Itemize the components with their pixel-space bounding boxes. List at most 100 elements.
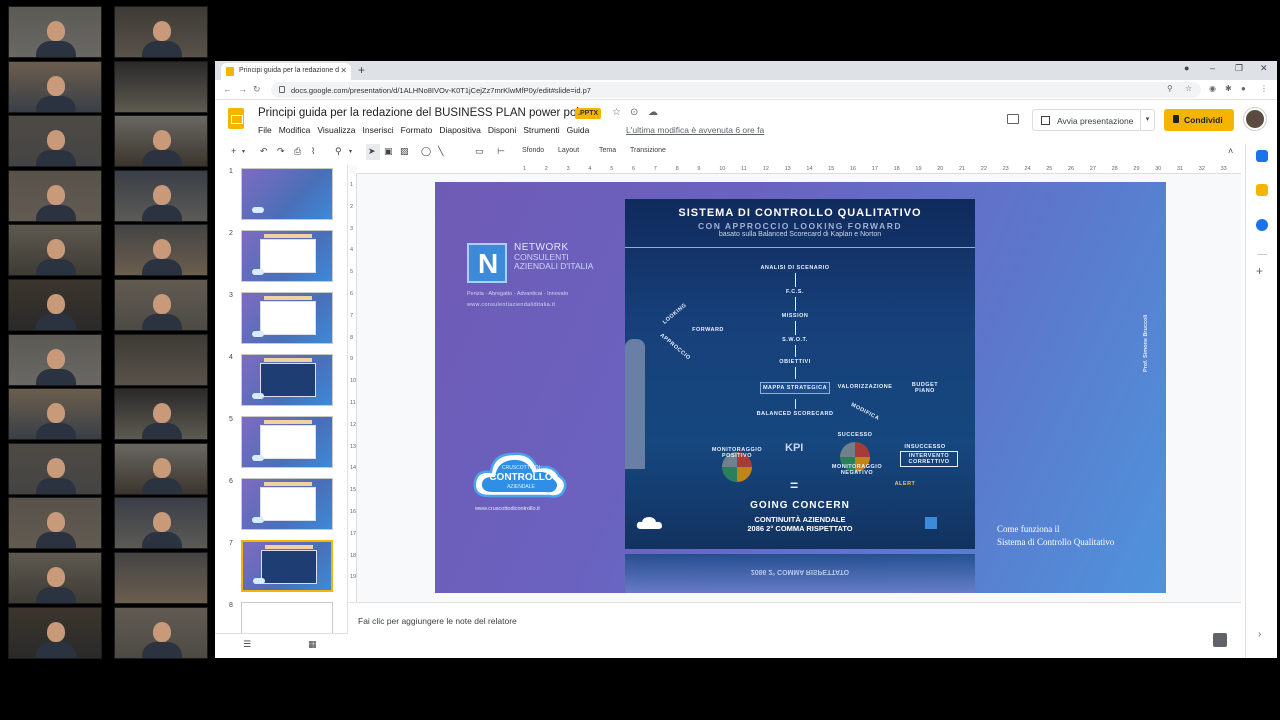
menu-item[interactable]: Strumenti [523, 125, 559, 135]
user-avatar[interactable] [1244, 108, 1266, 130]
participant-video-tile[interactable] [114, 6, 208, 58]
back-icon[interactable]: ← [223, 84, 232, 94]
zoom-icon[interactable]: ⚲ [1167, 84, 1173, 93]
tasks-icon[interactable] [1256, 219, 1268, 231]
participant-video-tile[interactable] [8, 388, 102, 441]
menu-item[interactable]: Guida [567, 125, 590, 135]
participant-video-tile[interactable] [114, 333, 208, 386]
text-box-icon[interactable]: ▣ [384, 146, 393, 157]
slide-thumbnail[interactable] [241, 540, 333, 592]
star-icon[interactable]: ☆ [612, 107, 621, 118]
slide-thumbnail[interactable] [241, 168, 333, 220]
participant-video-tile[interactable] [114, 169, 208, 222]
menu-item[interactable]: Modifica [279, 125, 311, 135]
extension-icon[interactable]: ◉ [1209, 84, 1216, 93]
participant-video-tile[interactable] [114, 115, 208, 168]
comment-history-icon[interactable] [1007, 114, 1019, 124]
participant-video-tile[interactable] [114, 224, 208, 277]
last-edit-link[interactable]: L'ultima modifica è avvenuta 6 ore fa [626, 125, 764, 135]
slide-thumbnail[interactable] [241, 354, 333, 406]
participant-video-tile[interactable] [8, 497, 102, 550]
current-slide[interactable]: NETWORK CONSULENTI AZIENDALI D'ITALIA Pe… [435, 182, 1166, 593]
layout-button[interactable]: Layout [558, 147, 579, 154]
explore-icon[interactable] [1213, 633, 1227, 647]
participant-video-tile[interactable] [8, 60, 102, 113]
profile-icon[interactable]: ● [1241, 84, 1246, 93]
slide-thumbnail[interactable] [241, 230, 333, 282]
print-icon[interactable]: ⎙ [294, 146, 301, 157]
ruler-tick-label: 20 [937, 166, 944, 172]
participant-video-tile[interactable] [114, 60, 208, 113]
slide-thumbnail[interactable] [241, 416, 333, 468]
participant-video-tile[interactable] [114, 442, 208, 495]
zoom-dropdown-icon[interactable]: ▾ [349, 148, 352, 155]
chrome-menu-icon[interactable]: ⋮ [1260, 84, 1268, 93]
participant-video-tile[interactable] [8, 6, 102, 58]
slides-logo-icon[interactable] [228, 108, 244, 129]
share-button[interactable]: Condividi [1164, 109, 1234, 131]
participant-video-tile[interactable] [8, 442, 102, 495]
speaker-notes[interactable]: Fai clic per aggiungere le note del rela… [349, 602, 1241, 658]
participant-video-tile[interactable] [8, 279, 102, 331]
list-view-icon[interactable]: ☰ [243, 639, 251, 650]
participant-video-tile[interactable] [8, 606, 102, 659]
expand-panel-icon[interactable]: › [1258, 629, 1261, 640]
zoom-icon[interactable]: ⚲ [335, 146, 342, 157]
move-folder-icon[interactable]: ⊙ [630, 107, 638, 118]
slide-thumbnail[interactable] [241, 292, 333, 344]
close-window-icon[interactable]: ✕ [1260, 63, 1268, 74]
bookmark-star-icon[interactable]: ☆ [1185, 84, 1192, 93]
url-input[interactable]: docs.google.com/presentation/d/1ALHNo8IV… [271, 82, 1201, 98]
grid-view-icon[interactable]: ▦ [308, 639, 317, 650]
record-icon[interactable]: ● [1184, 63, 1189, 73]
paint-format-icon[interactable]: ⌇ [311, 146, 315, 157]
minimize-icon[interactable]: – [1210, 63, 1215, 73]
participant-video-tile[interactable] [8, 115, 102, 168]
menu-item[interactable]: Disponi [488, 125, 516, 135]
participant-video-tile[interactable] [8, 224, 102, 277]
participant-video-tile[interactable] [114, 552, 208, 604]
keep-icon[interactable] [1256, 184, 1268, 196]
participant-video-tile[interactable] [114, 279, 208, 331]
comment-icon[interactable]: ▭ [475, 146, 484, 157]
document-title[interactable]: Principi guida per la redazione del BUSI… [258, 107, 589, 119]
background-button[interactable]: Sfondo [522, 147, 544, 154]
shape-icon[interactable]: ◯ [421, 146, 431, 157]
menu-item[interactable]: Formato [401, 125, 433, 135]
browser-tab[interactable]: Principi guida per la redazione d ✕ [221, 63, 351, 80]
slide-canvas[interactable]: 1 2 3 4 5 6 7 8 9 10 11 12 13 14 15 16 17 18 19 20 21 22 23 24 2… [349, 165, 1241, 602]
new-slide-icon[interactable]: + [231, 146, 236, 156]
collapse-toolbar-icon[interactable]: ˄ [1228, 146, 1233, 156]
menu-item[interactable]: Inserisci [362, 125, 393, 135]
menu-item[interactable]: File [258, 125, 272, 135]
transition-button[interactable]: Transizione [630, 147, 666, 154]
add-addon-icon[interactable]: + [1256, 264, 1263, 278]
slide-thumbnail[interactable] [241, 478, 333, 530]
present-button[interactable]: Avvia presentazione ▾ [1032, 109, 1155, 131]
participant-video-tile[interactable] [114, 497, 208, 550]
participant-video-tile[interactable] [114, 606, 208, 659]
line-icon[interactable]: ╲ [438, 146, 443, 157]
undo-icon[interactable]: ↶ [260, 146, 268, 157]
participant-video-tile[interactable] [8, 169, 102, 222]
reload-icon[interactable]: ↻ [253, 84, 261, 95]
menu-item[interactable]: Visualizza [317, 125, 355, 135]
calendar-icon[interactable] [1256, 150, 1268, 162]
image-icon[interactable]: ▨ [400, 146, 409, 157]
redo-icon[interactable]: ↷ [277, 146, 285, 157]
participant-video-tile[interactable] [8, 333, 102, 386]
present-dropdown-icon[interactable]: ▾ [1140, 110, 1154, 130]
new-slide-dropdown-icon[interactable]: ▾ [242, 148, 245, 155]
maximize-icon[interactable]: ❐ [1235, 63, 1243, 74]
puzzle-icon[interactable]: ✱ [1225, 84, 1232, 93]
theme-button[interactable]: Tema [599, 147, 616, 154]
participant-video-tile[interactable] [114, 388, 208, 441]
menu-item[interactable]: Diapositiva [439, 125, 481, 135]
close-tab-icon[interactable]: ✕ [340, 66, 347, 75]
text-format-icon[interactable]: ⊢ [497, 146, 505, 157]
cloud-status-icon[interactable]: ☁ [648, 107, 658, 118]
select-cursor-icon[interactable]: ➤ [368, 146, 376, 157]
participant-video-tile[interactable] [8, 552, 102, 604]
forward-icon[interactable]: → [238, 84, 247, 94]
new-tab-icon[interactable]: + [358, 63, 365, 77]
